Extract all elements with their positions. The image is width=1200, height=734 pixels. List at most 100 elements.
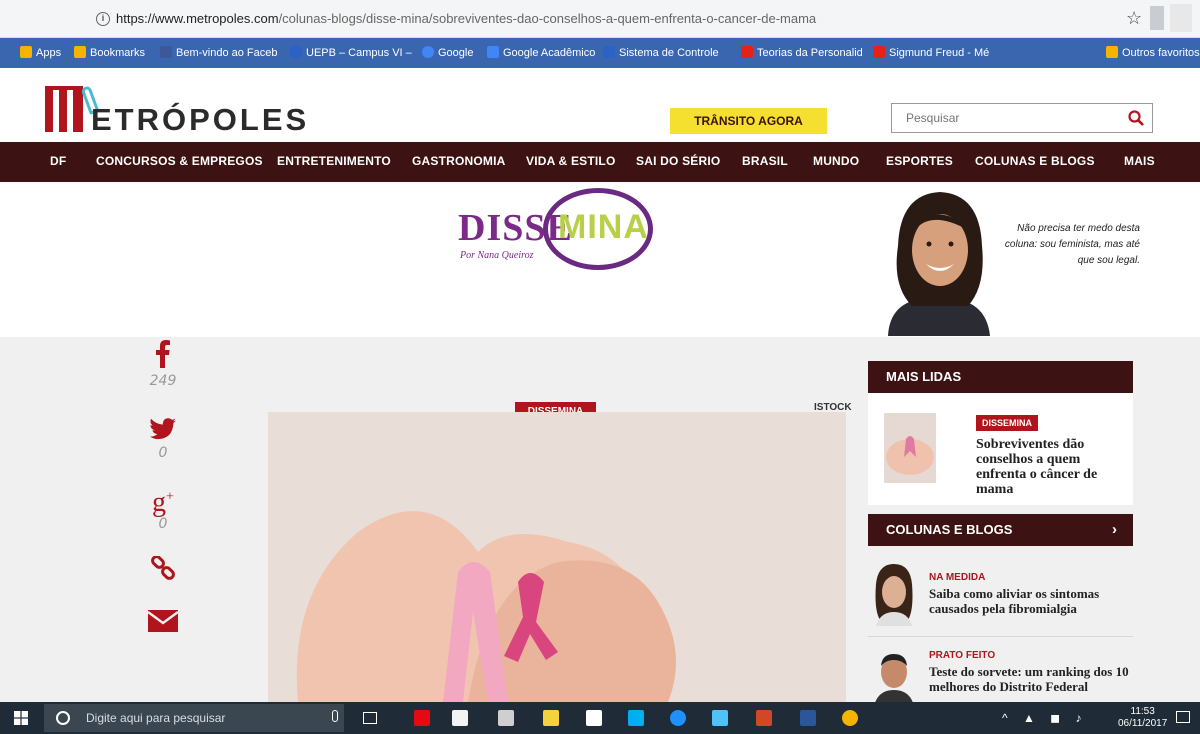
link-icon	[151, 555, 175, 580]
notification-icon[interactable]	[1176, 711, 1190, 723]
google-plus-icon: g+	[152, 487, 174, 519]
transito-agora-button[interactable]: TRÂNSITO AGORA	[670, 108, 827, 134]
url-text[interactable]: https://www.metropoles.com/colunas-blogs…	[116, 11, 816, 26]
windows-start-icon[interactable]	[14, 711, 28, 725]
search-input[interactable]	[892, 104, 1117, 132]
nav-vida-estilo[interactable]: VIDA & ESTILO	[526, 154, 616, 168]
extension-icon[interactable]	[1150, 6, 1164, 30]
store-icon[interactable]	[452, 710, 468, 726]
url-path: /colunas-blogs/disse-mina/sobreviventes-…	[278, 11, 817, 26]
mais-lidas-item[interactable]: DISSEMINA Sobreviventes dão conselhos a …	[868, 393, 1133, 505]
hands-pink-ribbon-illustration	[268, 412, 846, 702]
mais-lidas-title: MAIS LIDAS	[886, 369, 962, 384]
nav-df[interactable]: DF	[50, 154, 66, 168]
youtube-icon	[741, 46, 753, 58]
youtube-icon	[873, 46, 885, 58]
author-photo	[868, 186, 1008, 336]
search-icon[interactable]	[1128, 110, 1144, 126]
prato-feito-headline[interactable]: Teste do sorvete: um ranking dos 10 melh…	[929, 664, 1129, 694]
edge-icon[interactable]	[670, 710, 686, 726]
star-icon	[74, 46, 86, 58]
bookmark-facebook[interactable]: Bem-vindo ao Faceb	[160, 46, 278, 59]
bookmark-apps[interactable]: Apps	[20, 46, 61, 59]
share-facebook[interactable]: 249	[143, 340, 183, 389]
share-copy-link[interactable]	[143, 555, 183, 587]
task-view-icon[interactable]	[363, 712, 377, 724]
chrome-icon[interactable]	[842, 710, 858, 726]
taskbar-search-box[interactable]: Digite aqui para pesquisar	[44, 704, 344, 732]
browser-address-bar[interactable]: i https://www.metropoles.com/colunas-blo…	[0, 0, 1200, 38]
prato-feito-category[interactable]: PRATO FEITO	[929, 650, 995, 661]
envelope-icon	[147, 610, 179, 632]
bookmark-freud[interactable]: Sigmund Freud - Mé	[873, 46, 989, 59]
info-icon[interactable]: i	[96, 12, 110, 26]
bookmark-teorias[interactable]: Teorias da Personalid	[741, 46, 863, 59]
dissemina-column-logo[interactable]: DISSE MINA Por Nana Queiroz	[458, 184, 658, 284]
logo-m-mark	[45, 86, 83, 132]
nav-concursos-empregos[interactable]: CONCURSOS & EMPREGOS	[96, 154, 263, 168]
taskbar-search-placeholder: Digite aqui para pesquisar	[86, 711, 226, 725]
divider	[868, 636, 1133, 637]
author-portrait-illustration	[868, 186, 1008, 336]
na-medida-category[interactable]: NA MEDIDA	[929, 572, 985, 583]
share-google-plus[interactable]: g+ 0	[143, 485, 183, 533]
windows-taskbar: Digite aqui para pesquisar ^ ▲ ◼ ♪ 11:53…	[0, 702, 1200, 734]
calculator-icon[interactable]	[498, 710, 514, 726]
share-twitter[interactable]: 0	[143, 418, 183, 461]
chevron-right-icon[interactable]: ›	[1112, 514, 1117, 546]
nav-entretenimento[interactable]: ENTRETENIMENTO	[277, 154, 391, 168]
bookmark-google[interactable]: Google	[422, 46, 473, 59]
article-hero-image	[268, 412, 846, 702]
sistema-icon	[603, 46, 615, 58]
bookmark-bookmarks[interactable]: Bookmarks	[74, 46, 145, 59]
system-clock[interactable]: 11:53 06/11/2017	[1118, 706, 1167, 730]
nav-sai-do-serio[interactable]: SAI DO SÉRIO	[636, 154, 720, 168]
skype-icon[interactable]	[628, 710, 644, 726]
mais-lidas-headline[interactable]: Sobreviventes dão conselhos a quem enfre…	[976, 437, 1116, 497]
mais-lidas-tag[interactable]: DISSEMINA	[976, 415, 1039, 431]
microphone-icon[interactable]	[332, 710, 338, 722]
main-nav: DF CONCURSOS & EMPREGOS ENTRETENIMENTO G…	[0, 142, 1200, 182]
nav-mundo[interactable]: MUNDO	[813, 154, 859, 168]
powerpoint-icon[interactable]	[756, 710, 772, 726]
url-host: https://www.metropoles.com	[116, 11, 279, 26]
facebook-icon	[160, 46, 172, 58]
twitter-icon	[150, 418, 176, 440]
facebook-share-count: 249	[149, 373, 177, 389]
bookmark-google-academico[interactable]: Google Acadêmico	[487, 46, 595, 59]
nav-gastronomia[interactable]: GASTRONOMIA	[412, 154, 506, 168]
nav-esportes[interactable]: ESPORTES	[886, 154, 953, 168]
nav-mais[interactable]: MAIS	[1124, 154, 1155, 168]
bookmark-star-icon[interactable]: ☆	[1126, 8, 1142, 29]
nav-brasil[interactable]: BRASIL	[742, 154, 788, 168]
folder-icon	[1106, 46, 1118, 58]
explorer-icon[interactable]	[712, 710, 728, 726]
column-byline: Por Nana Queiroz	[460, 250, 534, 261]
search-box	[891, 103, 1153, 133]
twitter-share-count: 0	[158, 445, 168, 461]
tray-icons[interactable]: ^ ▲ ◼ ♪	[1002, 711, 1087, 725]
na-medida-headline[interactable]: Saiba como aliviar os sintomas causados …	[929, 586, 1129, 616]
word-icon[interactable]	[800, 710, 816, 726]
clock-time: 11:53	[1130, 706, 1155, 717]
colunas-item-prato-feito[interactable]: PRATO FEITO Teste do sorvete: um ranking…	[868, 640, 1133, 702]
sticky-notes-icon[interactable]	[543, 710, 559, 726]
mais-lidas-header: MAIS LIDAS	[868, 361, 1133, 393]
colunas-item-na-medida[interactable]: NA MEDIDA Saiba como aliviar os sintomas…	[868, 560, 1133, 636]
logo-wordmark: ETRÓPOLES	[91, 102, 310, 137]
mail-icon[interactable]	[586, 710, 602, 726]
bookmark-sistema-controle[interactable]: Sistema de Controle	[603, 46, 719, 59]
netflix-icon[interactable]	[414, 710, 430, 726]
uepb-icon	[290, 46, 302, 58]
scholar-icon	[487, 46, 499, 58]
mais-lidas-thumbnail	[884, 413, 936, 483]
column-name-part1: DISSE	[458, 207, 573, 249]
bookmark-outros-favoritos[interactable]: Outros favoritos	[1106, 46, 1200, 59]
share-email[interactable]	[143, 610, 183, 637]
nav-colunas-blogs[interactable]: COLUNAS E BLOGS	[975, 154, 1095, 168]
cortana-icon	[56, 711, 70, 725]
menu-icon[interactable]	[1170, 4, 1192, 32]
bookmark-uepb[interactable]: UEPB – Campus VI –	[290, 46, 412, 59]
colunas-blogs-header[interactable]: COLUNAS E BLOGS ›	[868, 514, 1133, 546]
column-name-part2: MINA	[558, 208, 649, 246]
